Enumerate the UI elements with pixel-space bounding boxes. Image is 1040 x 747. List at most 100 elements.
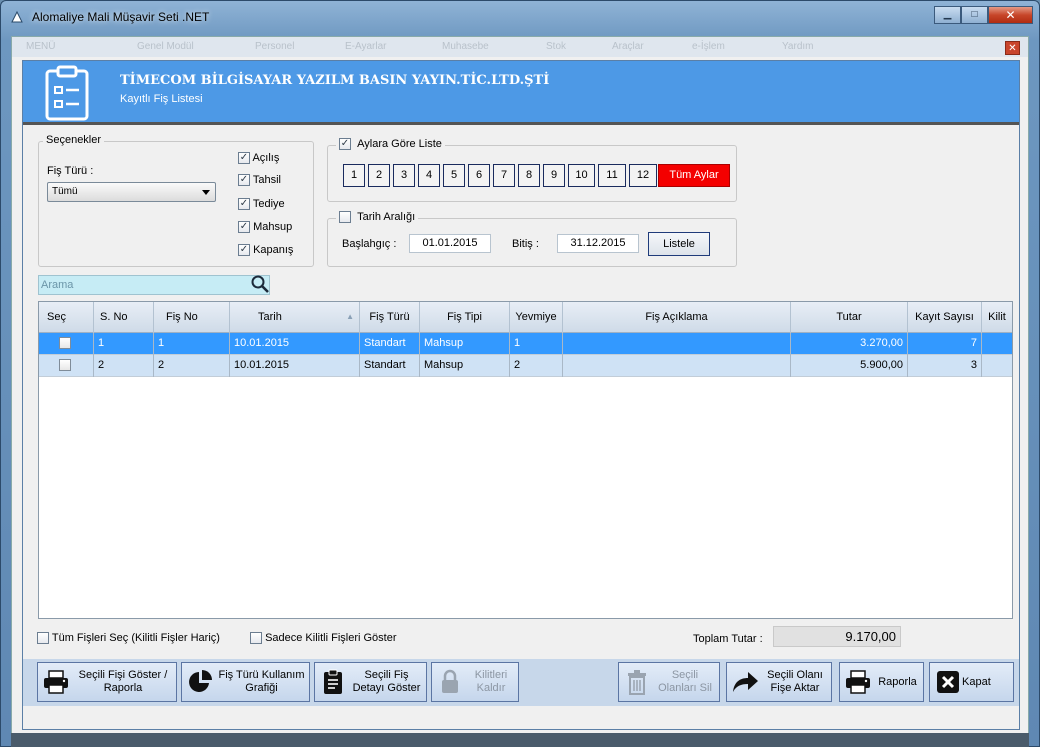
close-icon <box>934 668 962 696</box>
menu-item[interactable]: Araçlar <box>612 41 644 52</box>
cell-tip: Mahsup <box>420 333 510 355</box>
show-report-button[interactable]: Seçili Fişi Göster / Raporla <box>37 662 177 702</box>
check-tahsil[interactable]: ✓ Tahsil <box>238 174 281 187</box>
col-yevmiye[interactable]: Yevmiye <box>510 302 563 333</box>
button-label: Kilitleri <box>474 669 508 681</box>
clipboard-list-icon <box>319 668 347 696</box>
month-button-1[interactable]: 1 <box>343 164 365 187</box>
fis-turu-value: Tümü <box>52 186 78 197</box>
pie-chart-icon <box>186 668 214 696</box>
col-tutar[interactable]: Tutar <box>791 302 908 333</box>
check-mahsup[interactable]: ✓ Mahsup <box>238 221 292 234</box>
detail-button[interactable]: Seçili Fiş Detayı Göster <box>314 662 427 702</box>
month-button-8[interactable]: 8 <box>518 164 540 187</box>
button-label: Kapat <box>962 675 991 688</box>
col-aciklama[interactable]: Fiş Açıklama <box>563 302 791 333</box>
table-row[interactable]: 2 2 10.01.2015 Standart Mahsup 2 5.900,0… <box>39 355 1012 377</box>
menu-item[interactable]: Genel Modül <box>137 41 194 52</box>
month-button-9[interactable]: 9 <box>543 164 565 187</box>
cell-tip: Mahsup <box>420 355 510 377</box>
col-kilit[interactable]: Kilit <box>982 302 1012 333</box>
month-button-6[interactable]: 6 <box>468 164 490 187</box>
month-button-11[interactable]: 11 <box>598 164 626 187</box>
child-close-button[interactable]: ✕ <box>1005 41 1020 55</box>
check-kapanis[interactable]: ✓ Kapanış <box>238 244 294 257</box>
date-range-label: Tarih Aralığı <box>357 211 416 223</box>
button-label: Seçili Fişi Göster / <box>78 669 168 681</box>
dialog-subtitle: Kayıtlı Fiş Listesi <box>120 93 203 105</box>
select-all-label: Tüm Fişleri Seç (Kilitli Fişler Hariç) <box>51 632 220 644</box>
month-button-5[interactable]: 5 <box>443 164 465 187</box>
month-button-7[interactable]: 7 <box>493 164 515 187</box>
cell-sno: 2 <box>94 355 154 377</box>
start-date-field[interactable]: 01.01.2015 <box>409 234 491 253</box>
button-label: Seçili Fiş <box>364 669 409 681</box>
cell-tutar: 5.900,00 <box>791 355 908 377</box>
menu-item[interactable]: MENÜ <box>26 41 55 52</box>
menu-item[interactable]: E-Ayarlar <box>345 41 387 52</box>
checkbox[interactable] <box>250 632 262 645</box>
window-title: Alomaliye Mali Müşavir Seti .NET <box>32 10 210 24</box>
cell-kayit: 7 <box>908 333 982 355</box>
transfer-button[interactable]: Seçili Olanı Fişe Aktar <box>726 662 832 702</box>
cell-kayit: 3 <box>908 355 982 377</box>
row-checkbox[interactable] <box>59 337 71 349</box>
fis-turu-label: Fiş Türü : <box>47 165 94 177</box>
month-button-2[interactable]: 2 <box>368 164 390 187</box>
checkbox[interactable]: ✓ <box>238 152 250 165</box>
cell-tur: Standart <box>360 333 420 355</box>
close-dialog-button[interactable]: Kapat <box>929 662 1014 702</box>
months-toggle[interactable]: ✓ Aylara Göre Liste <box>336 138 445 151</box>
checkbox[interactable]: ✓ <box>339 138 351 151</box>
checkbox[interactable] <box>339 211 351 224</box>
menu-item[interactable]: Stok <box>546 41 566 52</box>
search-input[interactable]: Arama <box>38 275 270 295</box>
col-sec[interactable]: Seç <box>39 302 94 333</box>
table-row[interactable]: 1 1 10.01.2015 Standart Mahsup 1 3.270,0… <box>39 333 1012 355</box>
check-acilis[interactable]: ✓ Açılış <box>238 152 279 165</box>
only-locked-toggle[interactable]: Sadece Kilitli Fişleri Göster <box>250 632 397 645</box>
checkbox[interactable]: ✓ <box>238 174 250 187</box>
maximize-button[interactable]: □ <box>961 6 988 24</box>
col-sno[interactable]: S. No <box>94 302 154 333</box>
month-button-3[interactable]: 3 <box>393 164 415 187</box>
checkbox[interactable]: ✓ <box>238 244 250 257</box>
col-tarih[interactable]: Tarih ▲ <box>230 302 360 333</box>
search-icon[interactable] <box>250 274 270 294</box>
menu-item[interactable]: Yardım <box>782 41 814 52</box>
month-button-12[interactable]: 12 <box>629 164 657 187</box>
menu-item[interactable]: e-İşlem <box>692 41 725 52</box>
minimize-button[interactable]: ▁ <box>934 6 961 24</box>
options-legend: Seçenekler <box>43 134 105 146</box>
month-button-4[interactable]: 4 <box>418 164 440 187</box>
chart-button[interactable]: Fiş Türü Kullanım Grafiği <box>181 662 310 702</box>
unlock-button[interactable]: Kilitleri Kaldır <box>431 662 519 702</box>
check-label: Tahsil <box>252 174 281 186</box>
col-fis-turu[interactable]: Fiş Türü <box>360 302 420 333</box>
check-label: Kapanış <box>253 244 294 256</box>
report-button[interactable]: Raporla <box>839 662 924 702</box>
col-kayit[interactable]: Kayıt Sayısı <box>908 302 982 333</box>
month-button-10[interactable]: 10 <box>568 164 595 187</box>
title-bar: Alomaliye Mali Müşavir Seti .NET ▁ □ ✕ <box>1 1 1040 33</box>
all-months-button[interactable]: Tüm Aylar <box>658 164 730 187</box>
fis-turu-select[interactable]: Tümü <box>47 182 216 202</box>
cell-tur: Standart <box>360 355 420 377</box>
col-fisno[interactable]: Fiş No <box>154 302 230 333</box>
menu-item[interactable]: Personel <box>255 41 294 52</box>
list-button[interactable]: Listele <box>648 232 710 256</box>
clipboard-icon <box>43 65 91 121</box>
close-button[interactable]: ✕ <box>988 6 1033 24</box>
checkbox[interactable]: ✓ <box>238 198 250 211</box>
end-date-field[interactable]: 31.12.2015 <box>557 234 639 253</box>
delete-selected-button[interactable]: Seçili Olanları Sil <box>618 662 720 702</box>
col-fis-tipi[interactable]: Fiş Tipi <box>420 302 510 333</box>
check-tediye[interactable]: ✓ Tediye <box>238 198 285 211</box>
checkbox[interactable] <box>37 632 49 645</box>
row-checkbox[interactable] <box>59 359 71 371</box>
cell-tarih: 10.01.2015 <box>230 355 360 377</box>
select-all-toggle[interactable]: Tüm Fişleri Seç (Kilitli Fişler Hariç) <box>37 632 220 645</box>
date-range-toggle[interactable]: Tarih Aralığı <box>336 211 419 224</box>
menu-item[interactable]: Muhasebe <box>442 41 489 52</box>
checkbox[interactable]: ✓ <box>238 221 250 234</box>
